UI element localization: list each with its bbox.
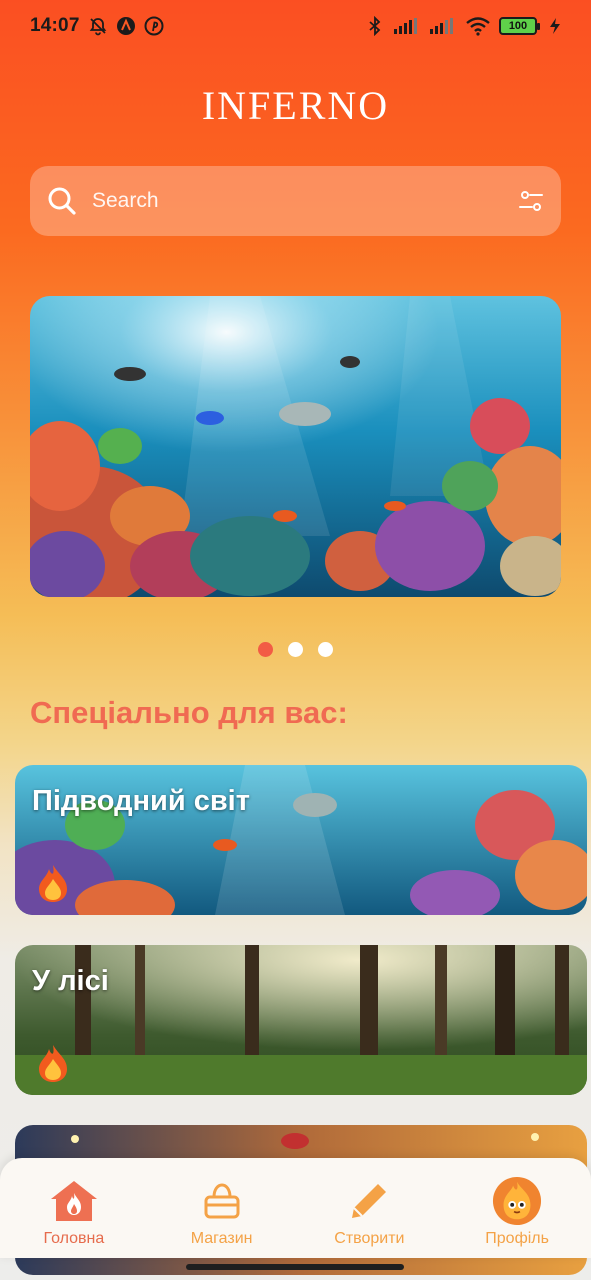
card-title: Підводний світ bbox=[32, 785, 250, 817]
carousel-indicator bbox=[0, 642, 591, 657]
flame-icon[interactable] bbox=[35, 1043, 71, 1083]
app-a-icon bbox=[116, 16, 136, 36]
carousel-slide-image[interactable] bbox=[30, 296, 561, 597]
carousel-dot[interactable] bbox=[318, 642, 333, 657]
signal-icon bbox=[429, 16, 457, 36]
nav-item-home[interactable]: Головна bbox=[14, 1176, 134, 1248]
status-right: 100 bbox=[365, 16, 561, 36]
filter-icon[interactable] bbox=[517, 187, 545, 215]
signal-icon bbox=[393, 16, 421, 36]
search-bar[interactable] bbox=[30, 166, 561, 236]
bell-off-icon bbox=[88, 16, 108, 36]
section-title: Спеціально для вас: bbox=[30, 695, 348, 730]
charging-icon bbox=[549, 16, 561, 36]
search-input[interactable] bbox=[92, 189, 517, 213]
bluetooth-icon bbox=[365, 16, 385, 36]
carousel-dot[interactable] bbox=[258, 642, 273, 657]
pencil-icon bbox=[344, 1176, 394, 1226]
bottom-nav: Головна Магазин Створити Профіль bbox=[0, 1158, 591, 1258]
flame-icon[interactable] bbox=[35, 863, 71, 903]
card-underwater-world[interactable]: Підводний світ bbox=[15, 765, 587, 915]
underwater-scene-image bbox=[30, 296, 561, 597]
status-left: 14:07 bbox=[30, 15, 164, 37]
home-indicator[interactable] bbox=[186, 1264, 404, 1270]
card-in-the-forest[interactable]: У лісі bbox=[15, 945, 587, 1095]
wifi-icon bbox=[465, 16, 491, 36]
status-time: 14:07 bbox=[30, 15, 80, 36]
battery-level: 100 bbox=[508, 20, 528, 32]
nav-label: Магазин bbox=[190, 1230, 253, 1247]
battery-icon: 100 bbox=[499, 17, 540, 35]
basket-icon bbox=[197, 1176, 247, 1226]
nav-label: Головна bbox=[43, 1230, 105, 1247]
pinterest-icon bbox=[144, 16, 164, 36]
nav-item-profile[interactable]: Профіль bbox=[457, 1176, 577, 1248]
home-icon bbox=[49, 1176, 99, 1226]
nav-label: Створити bbox=[334, 1230, 405, 1247]
status-bar: 14:07 100 bbox=[0, 0, 591, 52]
card-title: У лісі bbox=[32, 965, 109, 997]
nav-item-shop[interactable]: Магазин bbox=[162, 1176, 282, 1248]
app-title: INFERNO bbox=[201, 83, 390, 128]
nav-label: Профіль bbox=[485, 1230, 549, 1247]
nav-item-create[interactable]: Створити bbox=[309, 1176, 429, 1248]
avatar-icon bbox=[492, 1176, 542, 1226]
carousel-dot[interactable] bbox=[288, 642, 303, 657]
search-icon bbox=[46, 185, 78, 217]
